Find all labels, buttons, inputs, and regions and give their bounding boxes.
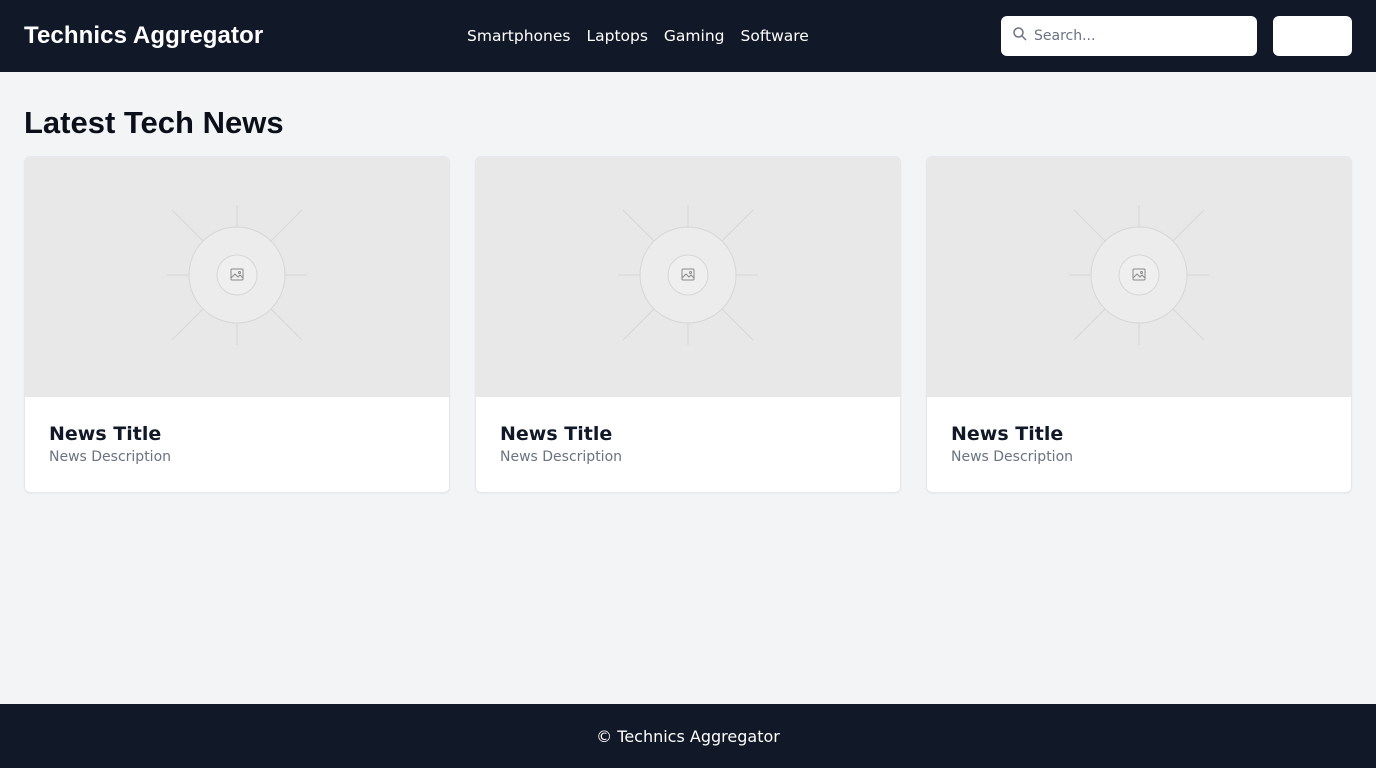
image-placeholder-icon bbox=[1069, 204, 1209, 350]
news-card-image bbox=[927, 157, 1351, 397]
news-card-image bbox=[25, 157, 449, 397]
news-card[interactable]: News Title News Description bbox=[475, 156, 901, 493]
news-title[interactable]: News Title bbox=[951, 423, 1327, 445]
news-title[interactable]: News Title bbox=[500, 423, 876, 445]
header-action-button[interactable] bbox=[1273, 16, 1352, 56]
site-footer: © Technics Aggregator bbox=[0, 704, 1376, 768]
search-box[interactable] bbox=[1001, 16, 1257, 56]
main-content: Latest Tech News News Title News Descrip… bbox=[24, 72, 1352, 493]
main-nav: Smartphones Laptops Gaming Software bbox=[467, 0, 809, 72]
news-description: News Description bbox=[951, 449, 1074, 465]
brand-title[interactable]: Technics Aggregator bbox=[24, 22, 263, 50]
nav-link-smartphones[interactable]: Smartphones bbox=[467, 27, 570, 45]
nav-link-software[interactable]: Software bbox=[741, 27, 809, 45]
news-card[interactable]: News Title News Description bbox=[926, 156, 1352, 493]
news-title[interactable]: News Title bbox=[49, 423, 425, 445]
nav-link-laptops[interactable]: Laptops bbox=[586, 27, 647, 45]
news-description: News Description bbox=[500, 449, 623, 465]
search-icon bbox=[1012, 26, 1028, 47]
news-card[interactable]: News Title News Description bbox=[24, 156, 450, 493]
news-card-image bbox=[476, 157, 900, 397]
search-input[interactable] bbox=[1034, 21, 1254, 51]
news-description: News Description bbox=[49, 449, 172, 465]
footer-copyright: © Technics Aggregator bbox=[596, 726, 780, 746]
image-placeholder-icon bbox=[618, 204, 758, 350]
image-placeholder-icon bbox=[167, 204, 307, 350]
news-grid: News Title News Description News Title N… bbox=[24, 156, 1352, 493]
site-header: Technics Aggregator Smartphones Laptops … bbox=[0, 0, 1376, 72]
page-title: Latest Tech News bbox=[24, 105, 284, 140]
nav-link-gaming[interactable]: Gaming bbox=[664, 27, 725, 45]
